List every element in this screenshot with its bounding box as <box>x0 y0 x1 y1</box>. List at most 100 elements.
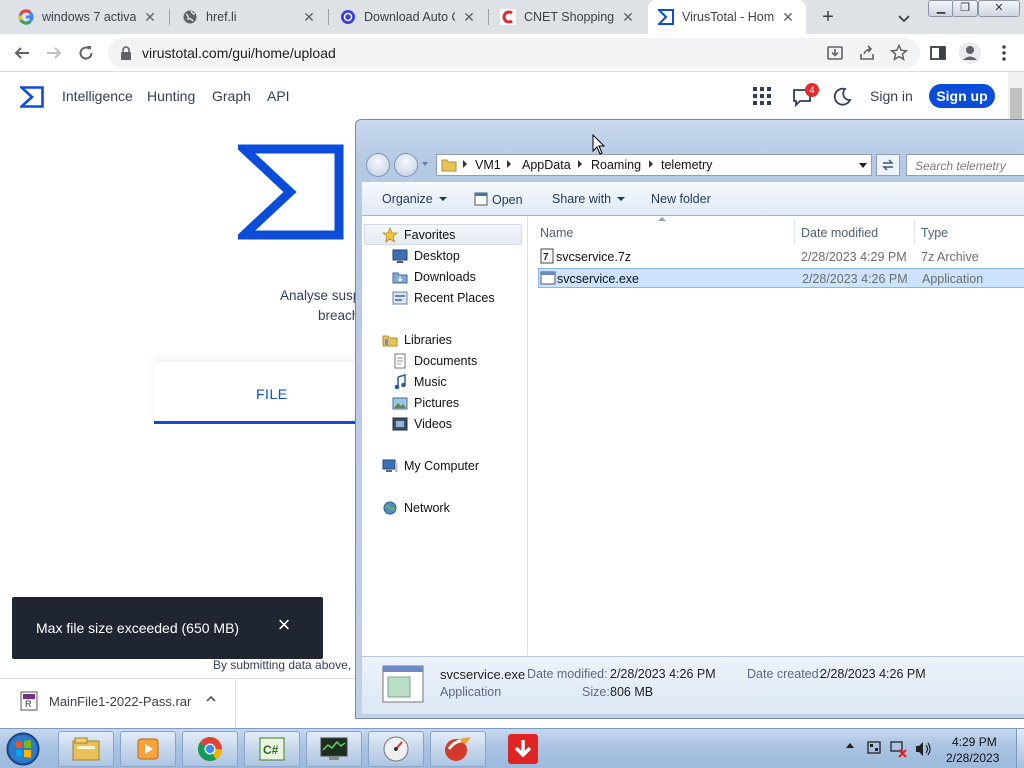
kebab-menu-icon[interactable] <box>994 43 1014 63</box>
close-icon[interactable]: × <box>274 614 294 636</box>
tab-google-search[interactable]: windows 7 activat ✕ <box>8 0 168 34</box>
action-center-flag-icon[interactable] <box>866 740 882 759</box>
back-button[interactable] <box>10 41 34 65</box>
taskbar-cleaner-app[interactable] <box>430 731 486 767</box>
tab-virustotal[interactable]: VirusTotal - Home ✕ <box>648 0 806 34</box>
explorer-forward-button[interactable] <box>394 153 418 177</box>
minimize-button[interactable]: ▁ <box>928 0 954 17</box>
restore-button[interactable]: ❐ <box>952 0 978 17</box>
column-divider[interactable] <box>914 220 915 244</box>
taskbar-csharp-app[interactable]: C# <box>244 731 300 767</box>
breadcrumb-arrow-icon[interactable] <box>507 160 511 168</box>
explorer-back-button[interactable] <box>366 153 390 177</box>
tab-href[interactable]: href.li ✕ <box>172 0 327 34</box>
tab-cnet-shopping[interactable]: CNET Shopping: T ✕ <box>490 0 646 34</box>
new-tab-button[interactable]: + <box>816 5 840 29</box>
show-hidden-icons-chevron-icon[interactable] <box>846 743 854 748</box>
taskbar-chrome[interactable] <box>182 731 238 767</box>
breadcrumb-telemetry[interactable]: telemetry <box>661 158 712 172</box>
new-folder-button[interactable]: New folder <box>651 192 711 206</box>
explorer-address-bar[interactable]: VM1 AppData Roaming telemetry <box>436 154 872 176</box>
file-row[interactable]: 7 svcservice.7z 2/28/2023 4:29 PM 7z Arc… <box>538 247 1024 267</box>
column-header-name[interactable]: Name <box>540 226 573 240</box>
tab-download-auto-clicker[interactable]: Download Auto C ✕ <box>330 0 487 34</box>
taskbar-gauge-app[interactable] <box>368 731 424 767</box>
side-panel-icon[interactable] <box>928 43 948 63</box>
organize-button[interactable]: Organize <box>382 192 447 206</box>
breadcrumb-appdata[interactable]: AppData <box>522 158 571 172</box>
nav-downloads[interactable]: Downloads <box>392 267 476 287</box>
nav-hunting[interactable]: Hunting <box>147 88 195 104</box>
nav-intelligence[interactable]: Intelligence <box>62 88 133 104</box>
clock-time[interactable]: 4:29 PM <box>952 735 997 749</box>
virustotal-hero-logo-icon <box>232 144 346 243</box>
start-button[interactable] <box>3 730 43 768</box>
tab-strip: windows 7 activat ✕ href.li ✕ Download A… <box>0 0 1024 34</box>
navigation-pane: Favorites Desktop Downloads Recent Place… <box>362 216 528 656</box>
sign-in-link[interactable]: Sign in <box>870 88 913 104</box>
nav-libraries[interactable]: Libraries <box>382 330 452 350</box>
nav-graph[interactable]: Graph <box>212 88 251 104</box>
taskbar-downloader[interactable] <box>496 731 550 767</box>
nav-favorites[interactable]: Favorites <box>381 225 455 245</box>
explorer-address-row: VM1 AppData Roaming telemetry Search tel… <box>362 152 1024 178</box>
show-desktop-button[interactable] <box>1016 729 1024 768</box>
close-tab-icon[interactable]: ✕ <box>142 9 158 25</box>
breadcrumb-arrow-icon[interactable] <box>463 160 467 168</box>
nav-music[interactable]: Music <box>392 372 447 392</box>
file-row-selected[interactable]: svcservice.exe 2/28/2023 4:26 PM Applica… <box>538 268 1024 288</box>
close-tab-icon[interactable]: ✕ <box>620 9 636 25</box>
nav-videos[interactable]: Videos <box>392 414 452 434</box>
close-window-button[interactable]: ✕ <box>978 0 1020 17</box>
nav-recent-places[interactable]: Recent Places <box>392 288 495 308</box>
tab-separator <box>488 9 489 25</box>
breadcrumb-arrow-icon[interactable] <box>649 160 653 168</box>
nav-my-computer[interactable]: My Computer <box>382 456 479 476</box>
breadcrumb-vm1[interactable]: VM1 <box>475 158 501 172</box>
address-dropdown-icon[interactable] <box>859 163 867 168</box>
virustotal-logo-icon[interactable] <box>18 86 44 111</box>
profile-avatar[interactable] <box>958 41 982 65</box>
install-app-icon[interactable] <box>826 44 844 62</box>
open-button[interactable]: Open <box>474 192 523 207</box>
nav-documents[interactable]: Documents <box>392 351 477 371</box>
close-tab-icon[interactable]: ✕ <box>301 9 317 25</box>
tab-file[interactable]: FILE <box>154 362 384 424</box>
chevron-up-icon[interactable] <box>205 693 217 708</box>
explorer-refresh-button[interactable] <box>876 154 900 176</box>
tagline-continued: breach <box>318 308 360 323</box>
mouse-cursor-icon <box>592 133 606 159</box>
share-icon[interactable] <box>858 44 876 62</box>
sign-up-button[interactable]: Sign up <box>929 84 995 108</box>
address-bar[interactable]: virustotal.com/gui/home/upload <box>108 38 920 68</box>
taskbar-explorer[interactable] <box>58 731 114 767</box>
taskbar-monitor-app[interactable] <box>306 731 362 767</box>
reload-button[interactable] <box>74 41 98 65</box>
tab-search-chevron-icon[interactable] <box>894 8 914 28</box>
close-tab-icon[interactable]: ✕ <box>461 9 477 25</box>
network-disconnected-icon[interactable] <box>890 740 908 761</box>
file-type: 7z Archive <box>921 250 979 264</box>
download-item[interactable]: R MainFile1-2022-Pass.rar <box>0 679 236 728</box>
column-header-date-modified[interactable]: Date modified <box>801 226 878 240</box>
apps-grid-icon[interactable] <box>753 87 771 108</box>
clock-date[interactable]: 2/28/2023 <box>946 751 999 765</box>
close-tab-icon[interactable]: ✕ <box>780 9 796 25</box>
recent-pages-chevron-icon[interactable] <box>422 162 428 166</box>
explorer-search-input[interactable]: Search telemetry <box>906 154 1024 176</box>
bookmark-star-icon[interactable] <box>889 43 909 62</box>
dark-mode-moon-icon[interactable] <box>832 87 852 110</box>
downloads-folder-icon <box>392 269 408 285</box>
breadcrumb-roaming[interactable]: Roaming <box>591 158 641 172</box>
taskbar-media-player[interactable] <box>120 731 176 767</box>
share-with-button[interactable]: Share with <box>552 192 626 206</box>
volume-speaker-icon[interactable] <box>914 740 932 761</box>
column-divider[interactable] <box>794 220 795 244</box>
breadcrumb-arrow-icon[interactable] <box>578 160 582 168</box>
nav-pictures[interactable]: Pictures <box>392 393 459 413</box>
nav-api[interactable]: API <box>267 88 290 104</box>
column-header-type[interactable]: Type <box>921 226 948 240</box>
nav-desktop[interactable]: Desktop <box>392 246 460 266</box>
forward-button[interactable] <box>42 41 66 65</box>
nav-network[interactable]: Network <box>382 498 450 518</box>
